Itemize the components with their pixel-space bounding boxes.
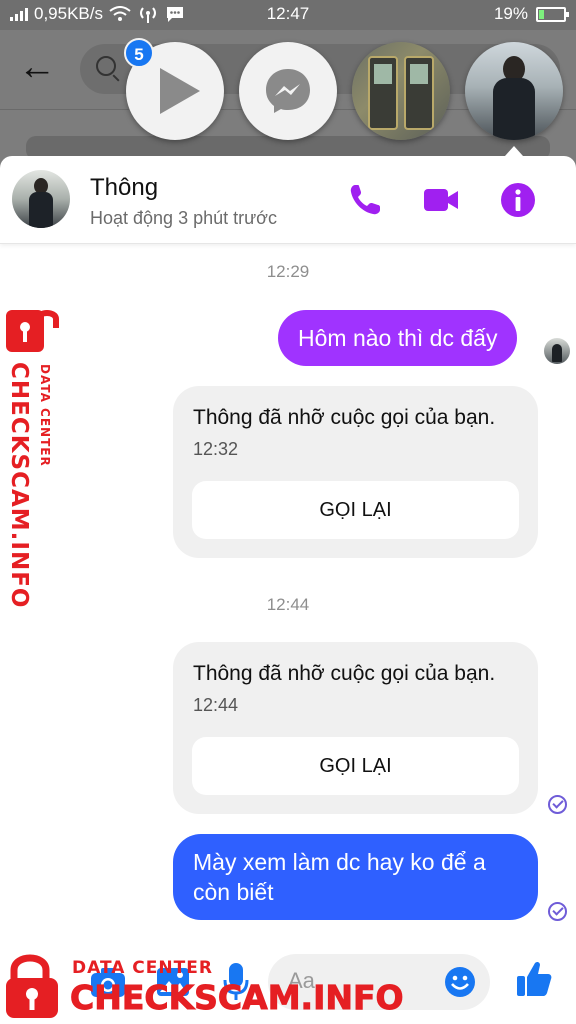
emoji-icon[interactable] bbox=[444, 966, 476, 998]
back-arrow-icon[interactable]: ← bbox=[18, 48, 56, 86]
seen-check-icon bbox=[548, 795, 567, 814]
battery-percent: 19% bbox=[493, 4, 528, 23]
sent-message[interactable]: Mày xem làm dc hay ko để a còn biết bbox=[173, 834, 538, 920]
missed-call-card: Thông đã nhỡ cuộc gọi của bạn. 12:44 GỌI… bbox=[173, 642, 538, 814]
call-back-button[interactable]: GỌI LẠI bbox=[192, 481, 519, 539]
status-bar-right: 19% bbox=[493, 4, 569, 24]
call-back-button[interactable]: GỌI LẠI bbox=[192, 737, 519, 795]
missed-call-time: 12:32 bbox=[193, 439, 239, 459]
avatar[interactable] bbox=[12, 170, 70, 228]
watermark-brand: CHECKSCAM.INFO bbox=[70, 978, 405, 1018]
video-call-icon[interactable] bbox=[423, 182, 459, 218]
chat-head-contact-phones[interactable] bbox=[352, 42, 450, 140]
message-line: còn biết bbox=[193, 879, 274, 905]
contact-name[interactable]: Thông bbox=[90, 174, 158, 202]
like-icon[interactable] bbox=[516, 960, 552, 998]
watermark-tagline: DATA CENTER bbox=[72, 958, 213, 978]
status-bar: 0,95KB/s 12:47 19% bbox=[0, 0, 576, 30]
lock-logo-icon bbox=[6, 310, 59, 352]
notification-badge: 5 bbox=[124, 38, 154, 68]
lock-logo-icon bbox=[6, 954, 58, 1018]
timestamp: 12:44 bbox=[266, 595, 310, 614]
read-receipt-avatar bbox=[544, 338, 570, 364]
chat-header: Thông Hoạt động 3 phút trước bbox=[0, 156, 576, 244]
watermark-side: CHECKSCAM.INFO DATA CENTER bbox=[2, 306, 64, 608]
missed-call-time: 12:44 bbox=[193, 695, 239, 715]
seen-check-icon bbox=[548, 902, 567, 921]
missed-call-card: Thông đã nhỡ cuộc gọi của bạn. 12:32 GỌI… bbox=[173, 386, 538, 558]
active-status: Hoạt động 3 phút trước bbox=[90, 208, 277, 228]
message-line: Mày xem làm dc hay ko để a bbox=[193, 849, 486, 875]
battery-icon bbox=[536, 6, 569, 22]
info-icon[interactable] bbox=[500, 182, 536, 218]
timestamp: 12:29 bbox=[266, 262, 310, 281]
status-time: 12:47 bbox=[266, 4, 310, 23]
phone-icon[interactable] bbox=[347, 182, 383, 218]
chat-head-contact-thong[interactable] bbox=[465, 42, 563, 140]
watermark-bottom: DATA CENTER CHECKSCAM.INFO bbox=[0, 944, 404, 1024]
watermark-brand: CHECKSCAM.INFO bbox=[6, 362, 32, 609]
missed-call-text: Thông đã nhỡ cuộc gọi của bạn. bbox=[193, 406, 496, 429]
chat-panel: Thông Hoạt động 3 phút trước 12:29 Hôm n… bbox=[0, 156, 576, 1024]
chat-head-messenger[interactable] bbox=[239, 42, 337, 140]
sent-message[interactable]: Hôm nào thì dc đấy bbox=[278, 310, 518, 366]
chat-head-pointer bbox=[505, 146, 523, 156]
search-icon bbox=[96, 56, 116, 76]
play-icon bbox=[160, 68, 200, 114]
messenger-icon bbox=[266, 69, 310, 113]
watermark-tagline: DATA CENTER bbox=[38, 364, 52, 467]
missed-call-text: Thông đã nhỡ cuộc gọi của bạn. bbox=[193, 662, 496, 685]
